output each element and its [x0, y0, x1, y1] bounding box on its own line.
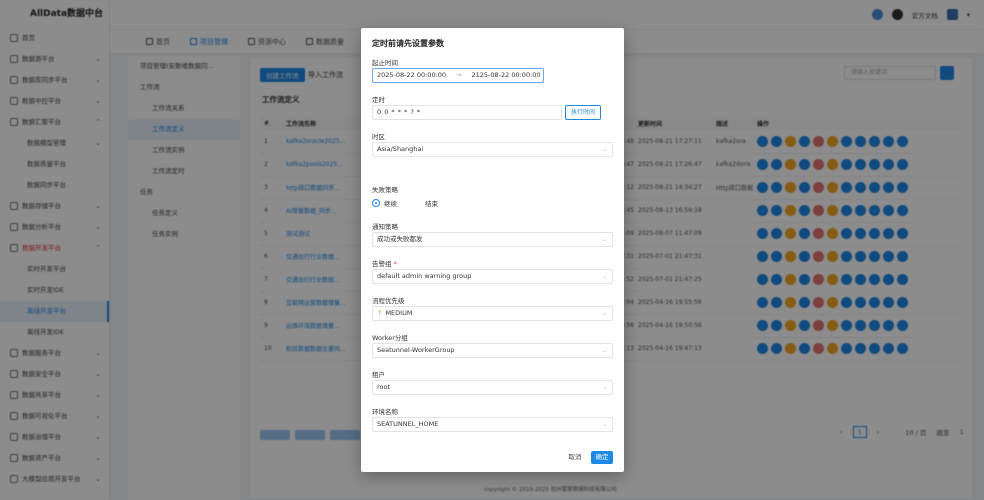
tenant-select[interactable]: root ⌄ [372, 380, 613, 395]
end-time-value[interactable]: 2125-08-22 00:00:00 [472, 71, 541, 79]
worker-group-select[interactable]: Seatunnel-WorkerGroup ⌄ [372, 343, 613, 358]
timezone-value: Asia/Shanghai [377, 145, 424, 153]
priority-value: MEDIUM [385, 309, 413, 317]
alarm-group-select[interactable]: default admin warning group ⌄ [372, 269, 613, 284]
env-value: SEATUNNEL_HOME [377, 420, 439, 428]
notify-value: 成功或失败都发 [377, 235, 423, 243]
failure-option-end[interactable]: 结束 [413, 198, 438, 208]
notify-label: 通知策略 [372, 223, 398, 231]
failure-option-continue[interactable]: 继续 [372, 198, 397, 208]
notify-select[interactable]: 成功或失败都发 ⌄ [372, 232, 613, 247]
tenant-label: 租户 [372, 371, 385, 379]
tenant-value: root [377, 383, 391, 391]
modal-title: 定时前请先设置参数 [372, 39, 444, 48]
confirm-button[interactable]: 确定 [591, 451, 613, 464]
failure-strategy-group: 继续 结束 [372, 198, 438, 208]
env-label: 环境名称 [372, 408, 398, 416]
chevron-down-icon: ⌄ [601, 347, 607, 354]
priority-arrow-icon: ↑ [377, 309, 383, 317]
date-range-picker[interactable]: 2025-08-22 00:00:00 → 2125-08-22 00:00:00 … [372, 68, 544, 83]
timezone-select[interactable]: Asia/Shanghai ⌄ [372, 142, 613, 157]
range-separator: → [456, 71, 462, 79]
cron-input[interactable]: 0 0 * * * ? * [372, 105, 562, 120]
calendar-icon: ▢ [532, 72, 538, 79]
radio-checked-icon [372, 199, 380, 207]
chevron-down-icon: ⌄ [601, 236, 607, 243]
exec-time-button[interactable]: 执行时间 [565, 105, 601, 120]
schedule-modal: 定时前请先设置参数 起止时间 2025-08-22 00:00:00 → 2125-… [361, 28, 624, 472]
failure-strategy-label: 失败策略 [372, 186, 398, 194]
priority-label: 流程优先级 [372, 297, 405, 305]
worker-group-value: Seatunnel-WorkerGroup [377, 346, 455, 354]
chevron-down-icon: ⌄ [601, 310, 607, 317]
alarm-group-label: 告警组 * [372, 260, 397, 268]
cancel-button[interactable]: 取消 [561, 451, 589, 464]
chevron-down-icon: ⌄ [601, 146, 607, 153]
priority-select[interactable]: ↑ MEDIUM ⌄ [372, 306, 613, 321]
start-end-label: 起止时间 [372, 59, 398, 67]
chevron-down-icon: ⌄ [601, 421, 607, 428]
start-time-value[interactable]: 2025-08-22 00:00:00 [377, 71, 446, 79]
chevron-down-icon: ⌄ [601, 384, 607, 391]
env-select[interactable]: SEATUNNEL_HOME ⌄ [372, 417, 613, 432]
timezone-label: 时区 [372, 133, 385, 141]
worker-group-label: Worker分组 [372, 334, 408, 342]
timing-label: 定时 [372, 96, 385, 104]
alarm-group-value: default admin warning group [377, 272, 472, 280]
chevron-down-icon: ⌄ [601, 273, 607, 280]
